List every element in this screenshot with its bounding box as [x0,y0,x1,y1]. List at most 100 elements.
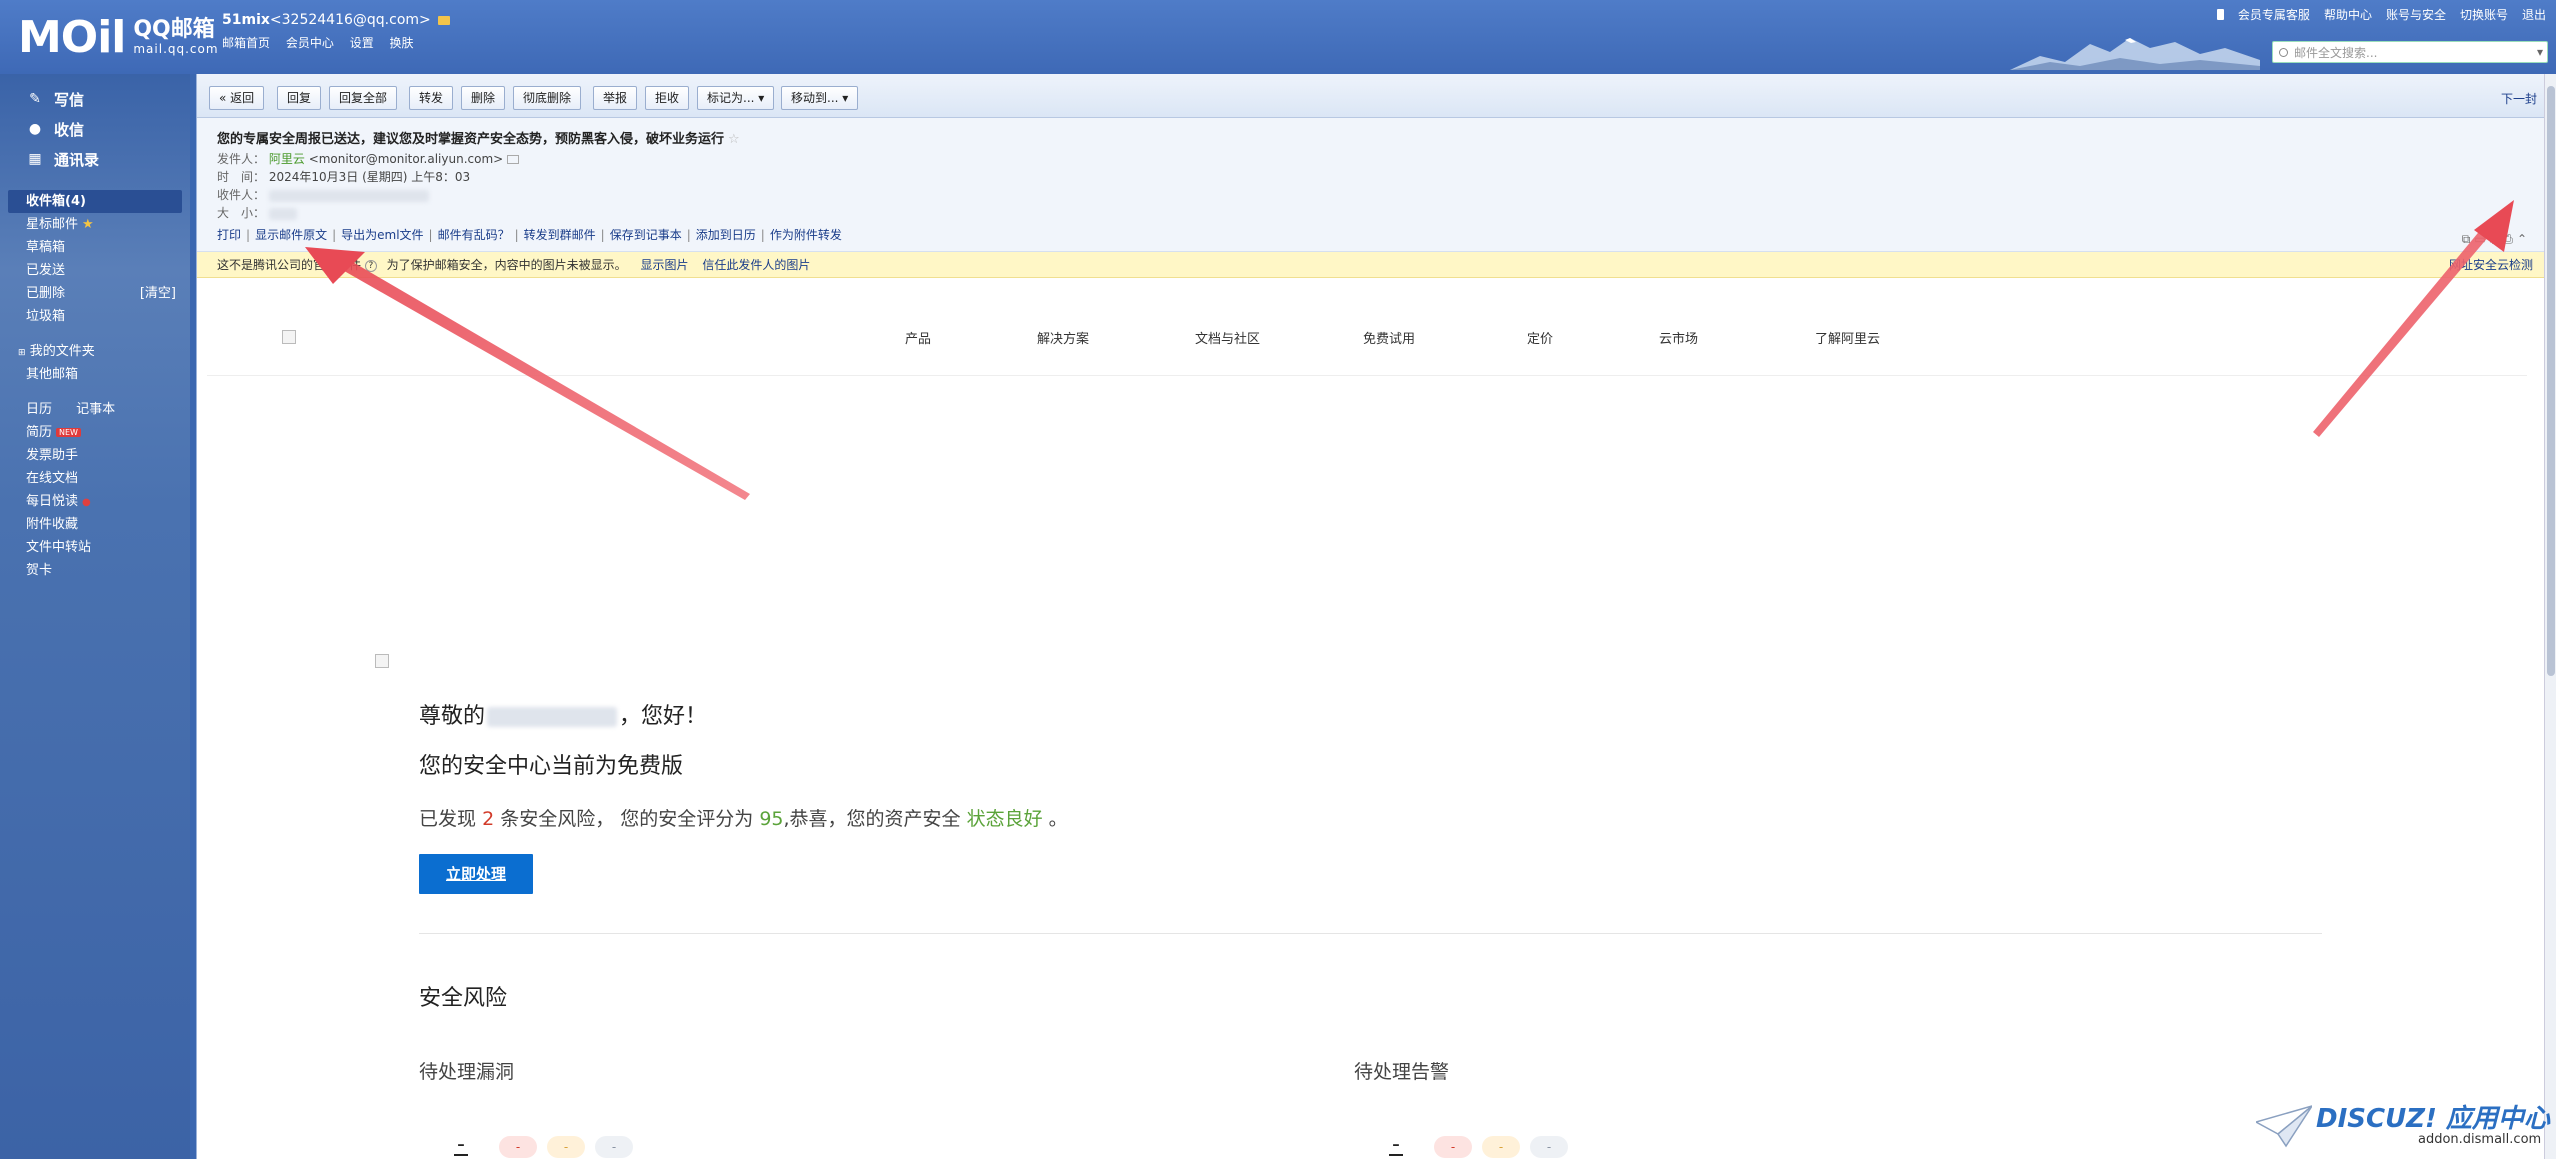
share-icon[interactable]: ⎘ [2490,232,2500,247]
logo-cn-text: QQ邮箱 [133,17,215,43]
sidebar-item-inbox[interactable]: 收件箱(4) [8,190,182,213]
contacts-button[interactable]: ▦ 通讯录 [0,144,190,174]
nav-solutions[interactable]: 解决方案 [1037,328,1089,347]
nav-free-trial[interactable]: 免费试用 [1363,328,1415,347]
link-help[interactable]: 帮助中心 [2324,6,2372,23]
new-window-icon[interactable]: ⧉ [2462,232,2471,247]
summary-text: 您的安全评分为 [620,808,754,830]
print-link[interactable]: 打印 [217,228,241,242]
sender-label: 发件人： [217,152,266,166]
security-score: 95 [759,808,784,830]
trust-sender-link[interactable]: 信任此发件人的图片 [702,258,810,272]
scrollbar-thumb[interactable] [2547,86,2555,676]
sidebar-item-drafts[interactable]: 草稿箱 [0,236,190,259]
export-eml-link[interactable]: 导出为eml文件 [341,228,423,242]
link-switch-account[interactable]: 切换账号 [2460,6,2508,23]
report-button[interactable]: 举报 [593,86,638,110]
sidebar-item-my-folders[interactable]: ⊞ 我的文件夹 [0,340,190,363]
sidebar-item-label: 简历 [26,425,53,440]
next-mail-link[interactable]: 下一封 [2501,90,2537,107]
empty-trash-link[interactable]: [清空] [140,282,176,305]
phone-icon[interactable] [2216,9,2224,20]
vertical-scrollbar[interactable] [2544,74,2556,1159]
save-notes-link[interactable]: 保存到记事本 [610,228,682,242]
vuln-total: - [454,1134,468,1156]
mail-read-panel: « 返回 回复 回复全部 转发 删除 彻底删除 举报 拒收 标记为... ▾ 移… [196,74,2547,1159]
search-input[interactable]: 邮件全文搜索... ▾ [2272,41,2548,63]
delete-button[interactable]: 删除 [461,86,506,110]
forward-group-link[interactable]: 转发到群邮件 [524,228,596,242]
move-to-dropdown[interactable]: 移动到... ▾ [781,86,859,110]
sidebar-item-calendar[interactable]: 日历 [26,402,52,417]
nav-marketplace[interactable]: 云市场 [1659,328,1698,347]
show-source-link[interactable]: 显示邮件原文 [255,228,327,242]
help-icon[interactable]: ? [364,259,377,272]
sender-name[interactable]: 阿里云 [269,152,305,166]
split-view-icon[interactable]: ▭ [2474,232,2485,247]
link-skin[interactable]: 换肤 [390,36,414,50]
sidebar-item-label: 垃圾箱 [26,309,66,324]
sidebar-item-resume[interactable]: 简历 NEW [0,421,190,444]
summary-text: ,恭喜，您的资产安全 [783,808,961,830]
sidebar-item-label: 在线文档 [26,471,79,486]
collapse-icon[interactable]: ⌃ [2517,232,2527,247]
nav-products[interactable]: 产品 [905,328,931,347]
sidebar-item-file-transfer[interactable]: 文件中转站 [0,536,190,559]
sidebar-item-label: 附件收藏 [26,517,79,532]
nav-about[interactable]: 了解阿里云 [1815,328,1880,347]
forward-attachment-link[interactable]: 作为附件转发 [770,228,842,242]
pencil-icon: ✎ [29,91,41,107]
compose-button[interactable]: ✎ 写信 [0,84,190,114]
sidebar-item-invoice[interactable]: 发票助手 [0,444,190,467]
reply-all-button[interactable]: 回复全部 [329,86,398,110]
sidebar-item-attachments[interactable]: 附件收藏 [0,513,190,536]
mail-icon[interactable] [438,15,451,25]
divider [419,933,2322,934]
link-mail-home[interactable]: 邮箱首页 [222,36,270,50]
expand-icon[interactable]: ⊞ [18,348,26,358]
mail-body: 产品 解决方案 文档与社区 免费试用 定价 云市场 了解阿里云 尊敬的 ，您好！ … [197,278,2547,1159]
sidebar-item-sent[interactable]: 已发送 [0,259,190,282]
star-outline-icon[interactable]: ☆ [728,132,740,147]
reply-button[interactable]: 回复 [277,86,322,110]
back-button[interactable]: « 返回 [209,86,265,110]
sidebar-item-junk[interactable]: 垃圾箱 [0,305,190,328]
show-images-link[interactable]: 显示图片 [641,258,689,272]
link-member-center[interactable]: 会员中心 [286,36,334,50]
top-header: MOil QQ邮箱 mail.qq.com 51mix<32524416@qq.… [0,0,2556,74]
link-vip-service[interactable]: 会员专属客服 [2238,6,2310,23]
risk-count: 2 [482,808,495,830]
sidebar-item-daily-read[interactable]: 每日悦读 ● [0,490,190,513]
add-calendar-link[interactable]: 添加到日历 [696,228,756,242]
qqmail-logo[interactable]: MOil QQ邮箱 mail.qq.com [18,8,219,66]
print-icon[interactable]: ⎙ [2503,232,2513,247]
garbled-link[interactable]: 邮件有乱码？ [438,228,510,242]
url-check-link[interactable]: 网址安全云检测 [2449,252,2533,278]
receive-button[interactable]: ● 收信 [0,114,190,144]
handle-now-button[interactable]: 立即处理 [419,854,533,894]
account-info: 51mix<32524416@qq.com> 邮箱首页 会员中心 设置 换肤 [222,12,451,51]
permanent-delete-button[interactable]: 彻底删除 [513,86,582,110]
discuz-watermark: DISCUZ! 应用中心 addon.dismall.com [2256,1096,2550,1156]
forward-button[interactable]: 转发 [409,86,454,110]
sidebar-item-starred[interactable]: 星标邮件 ★ [0,213,190,236]
contact-card-icon[interactable] [507,155,520,164]
link-settings[interactable]: 设置 [350,36,374,50]
sidebar-item-cards[interactable]: 贺卡 [0,559,190,582]
nav-docs[interactable]: 文档与社区 [1195,328,1260,347]
recipient-label: 收件人： [217,188,266,202]
link-logout[interactable]: 退出 [2522,6,2546,23]
sidebar-item-deleted[interactable]: 已删除 [清空] [0,282,190,305]
mark-as-dropdown[interactable]: 标记为... ▾ [697,86,775,110]
sidebar-item-other-mail[interactable]: 其他邮箱 [0,363,190,386]
alert-high-pill: - [1434,1136,1472,1158]
sidebar-item-notes[interactable]: 记事本 [76,402,115,417]
sidebar-item-label: 贺卡 [26,563,53,578]
link-account-security[interactable]: 账号与安全 [2386,6,2446,23]
chevron-down-icon[interactable]: ▾ [2537,45,2543,59]
star-icon: ★ [82,217,94,232]
sidebar-item-docs[interactable]: 在线文档 [0,467,190,490]
recipient-line: 收件人： [217,186,429,203]
reject-button[interactable]: 拒收 [645,86,690,110]
nav-pricing[interactable]: 定价 [1527,328,1553,347]
